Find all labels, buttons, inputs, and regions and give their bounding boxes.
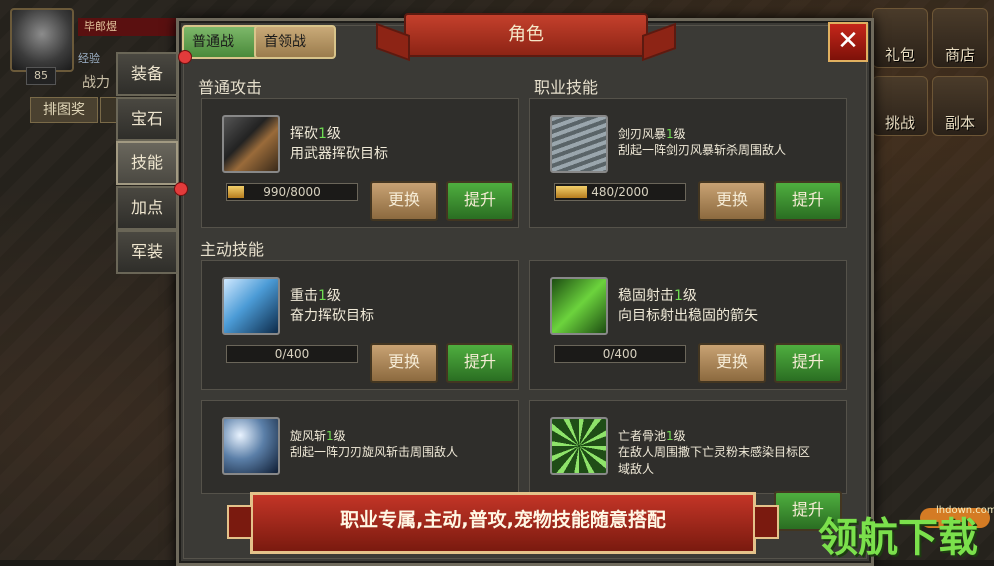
skill-card-slash: 挥砍1级 用武器挥砍目标 990/8000 更换 提升 xyxy=(201,98,519,228)
skill-level-suffix: 级 xyxy=(326,288,341,304)
skill-progress-text: 990/8000 xyxy=(263,185,321,199)
skill-progress-text: 480/2000 xyxy=(591,185,649,199)
whirlwind-icon xyxy=(550,115,608,173)
skill-progress-bar: 0/400 xyxy=(554,345,686,363)
notification-dot xyxy=(178,50,192,64)
skill-level-suffix: 级 xyxy=(673,429,686,443)
skill-name: 剑刃风暴 xyxy=(618,127,667,141)
shop-icon[interactable]: 商店 xyxy=(932,8,988,68)
side-tab-attributes[interactable]: 加点 xyxy=(116,186,178,230)
skill-card-whirlwind: 旋风斩1级 刮起一阵刀刃旋风斩击周围敌人 xyxy=(201,400,519,494)
watermark-logo: 领航下载 xyxy=(818,515,978,561)
side-tab-equipment[interactable]: 装备 xyxy=(116,52,178,96)
player-avatar[interactable] xyxy=(10,8,74,72)
gift-pack-icon[interactable]: 礼包 xyxy=(872,8,928,68)
skill-level: 1 xyxy=(666,429,674,443)
exp-label: 经验 xyxy=(78,52,100,65)
dungeon-label: 副本 xyxy=(944,114,975,132)
skill-name: 重击 xyxy=(290,288,318,304)
skill-progress-text: 0/400 xyxy=(274,347,310,361)
skill-name: 旋风斩 xyxy=(290,429,327,443)
upgrade-button[interactable]: 提升 xyxy=(774,181,842,221)
shop-label: 商店 xyxy=(944,46,975,64)
skill-progress-bar: 480/2000 xyxy=(554,183,686,201)
skill-card-heavy-strike: 重击1级 奋力挥砍目标 0/400 更换 提升 xyxy=(201,260,519,390)
skill-name: 稳固射击 xyxy=(618,288,674,304)
promo-banner: 职业专属,主动,普攻,宠物技能随意搭配 xyxy=(227,492,779,554)
skill-desc: 奋力挥砍目标 xyxy=(290,308,374,324)
skill-desc: 在敌人周围撒下亡灵粉末感染目标区域敌人 xyxy=(618,445,811,476)
skill-card-blade-storm: 剑刃风暴1级 刮起一阵剑刃风暴斩杀周围敌人 480/2000 更换 提升 xyxy=(529,98,847,228)
bone-pool-icon xyxy=(550,417,608,475)
player-level: 85 xyxy=(26,67,56,85)
swap-button[interactable]: 更换 xyxy=(698,181,766,221)
skill-name: 亡者骨池 xyxy=(618,429,667,443)
skill-desc: 刮起一阵剑刃风暴斩杀周围敌人 xyxy=(618,143,787,157)
dungeon-icon[interactable]: 副本 xyxy=(932,76,988,136)
power-label: 战力 xyxy=(82,75,110,91)
skill-progress-bar: 990/8000 xyxy=(226,183,358,201)
challenge-label: 挑战 xyxy=(884,114,915,132)
section-active-skill: 主动技能 xyxy=(200,240,265,259)
panel-title: 角色 xyxy=(404,13,648,57)
skill-level: 1 xyxy=(326,429,334,443)
skill-level: 1 xyxy=(318,126,327,142)
skill-desc: 刮起一阵刀刃旋风斩击周围敌人 xyxy=(290,445,459,459)
skill-name: 挥砍 xyxy=(290,126,318,142)
side-tab-gems[interactable]: 宝石 xyxy=(116,97,178,141)
rank-button[interactable]: 排图奖 xyxy=(30,97,98,123)
challenge-icon[interactable]: 挑战 xyxy=(872,76,928,136)
skill-level-suffix: 级 xyxy=(673,127,686,141)
skill-level: 1 xyxy=(674,288,683,304)
tab-normal-battle[interactable]: 普通战 xyxy=(182,25,264,59)
upgrade-button[interactable]: 提升 xyxy=(446,343,514,383)
upgrade-button[interactable]: 提升 xyxy=(446,181,514,221)
swap-button[interactable]: 更换 xyxy=(370,343,438,383)
skill-desc: 用武器挥砍目标 xyxy=(290,146,388,162)
side-tab-skills[interactable]: 技能 xyxy=(116,141,178,185)
close-button[interactable]: ✕ xyxy=(828,22,868,62)
heavy-strike-icon xyxy=(222,277,280,335)
swap-button[interactable]: 更换 xyxy=(698,343,766,383)
swap-button[interactable]: 更换 xyxy=(370,181,438,221)
arrow-icon xyxy=(550,277,608,335)
skill-card-bone-pool: 亡者骨池1级 在敌人周围撒下亡灵粉末感染目标区域敌人 提升 xyxy=(529,400,847,531)
skill-level: 1 xyxy=(318,288,327,304)
skill-level-suffix: 级 xyxy=(326,126,341,142)
side-tab-armor[interactable]: 军装 xyxy=(116,230,178,274)
gift-pack-label: 礼包 xyxy=(884,46,915,64)
skill-level-suffix: 级 xyxy=(682,288,697,304)
whirlwind-slash-icon xyxy=(222,417,280,475)
section-normal-attack: 普通攻击 xyxy=(198,78,263,97)
section-class-skill: 职业技能 xyxy=(534,78,599,97)
skill-level: 1 xyxy=(666,127,674,141)
upgrade-button[interactable]: 提升 xyxy=(774,343,842,383)
skill-desc: 向目标射出稳固的箭矢 xyxy=(618,308,758,324)
skill-progress-bar: 0/400 xyxy=(226,345,358,363)
skill-level-suffix: 级 xyxy=(333,429,346,443)
tab-boss-battle[interactable]: 首领战 xyxy=(254,25,336,59)
notification-dot xyxy=(174,182,188,196)
skill-progress-text: 0/400 xyxy=(602,347,638,361)
skill-card-steady-shot: 稳固射击1级 向目标射出稳固的箭矢 0/400 更换 提升 xyxy=(529,260,847,390)
sword-icon xyxy=(222,115,280,173)
